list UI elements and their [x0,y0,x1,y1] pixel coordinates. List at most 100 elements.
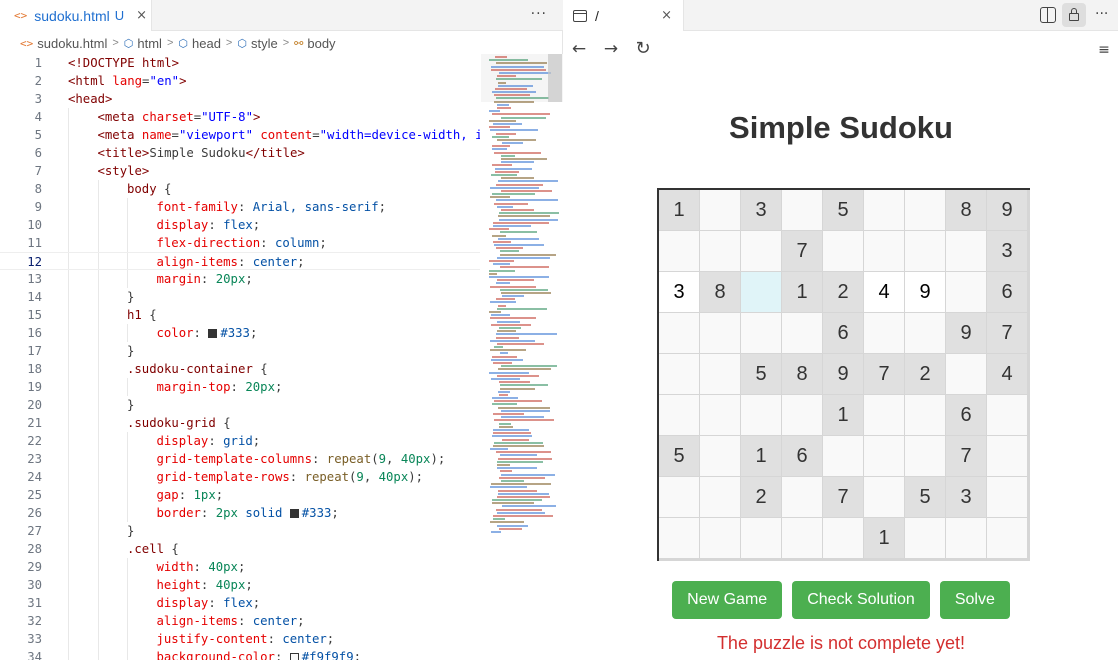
code-line[interactable]: 7 <style> [0,162,480,180]
close-tab-icon[interactable]: × [661,8,672,23]
preview-tab[interactable]: / × [564,0,684,31]
sudoku-cell[interactable] [659,395,699,435]
scrollbar-thumb[interactable] [548,54,562,102]
sudoku-cell[interactable] [946,354,986,394]
sudoku-cell[interactable] [905,395,945,435]
sudoku-cell[interactable] [782,313,822,353]
sudoku-cell[interactable] [782,395,822,435]
code-line[interactable]: 32 align-items: center; [0,612,480,630]
arrow-right-icon[interactable]: → [600,38,622,60]
sudoku-cell[interactable] [741,518,781,558]
reload-icon[interactable]: ↻ [632,38,654,60]
sudoku-cell[interactable] [987,436,1027,476]
solve-button[interactable]: Solve [939,581,1010,619]
sudoku-cell[interactable] [659,313,699,353]
color-swatch[interactable] [289,653,299,660]
new-game-button[interactable]: New Game [672,581,783,619]
sudoku-cell[interactable] [905,518,945,558]
code-line[interactable]: 17} [0,342,480,360]
code-line[interactable]: 4 <meta charset="UTF-8"> [0,108,480,126]
sudoku-cell[interactable] [659,231,699,271]
sudoku-cell[interactable] [700,354,740,394]
code-line[interactable]: 27} [0,522,480,540]
code-line[interactable]: 9 font-family: Arial, sans-serif; [0,198,480,216]
sudoku-cell[interactable] [946,518,986,558]
sudoku-cell[interactable] [864,436,904,476]
code-line[interactable]: 14} [0,288,480,306]
sudoku-cell[interactable] [905,436,945,476]
sudoku-cell[interactable] [864,395,904,435]
sudoku-cell[interactable] [700,518,740,558]
sudoku-cell[interactable] [987,395,1027,435]
sudoku-cell[interactable] [864,190,904,230]
code-line[interactable]: 34 background-color: #f9f9f9; [0,648,480,660]
code-line[interactable]: 12 align-items: center; [0,252,480,270]
code-line[interactable]: 3 <head> [0,90,480,108]
code-line[interactable]: 26 border: 2px solid #333; [0,504,480,522]
sudoku-cell[interactable] [864,313,904,353]
sudoku-cell[interactable] [987,477,1027,517]
sudoku-cell[interactable] [700,231,740,271]
sudoku-cell[interactable] [700,436,740,476]
check-solution-button[interactable]: Check Solution [792,581,930,619]
code-line[interactable]: 5 <meta name="viewport" content="width=de… [0,126,480,144]
breadcrumb-file[interactable]: <> sudoku.html [20,36,107,51]
arrow-left-icon[interactable]: ← [568,38,590,60]
code-line[interactable]: 25 gap: 1px; [0,486,480,504]
code-line[interactable]: 15 h1 { [0,306,480,324]
sudoku-cell[interactable] [823,436,863,476]
sudoku-cell[interactable] [741,272,781,312]
sudoku-cell[interactable] [946,231,986,271]
sudoku-cell[interactable] [659,354,699,394]
sudoku-cell[interactable] [741,231,781,271]
sudoku-cell[interactable]: 3 [659,272,699,312]
sudoku-cell[interactable] [782,518,822,558]
close-tab-icon[interactable]: × [136,8,147,23]
breadcrumb-body[interactable]: ⚯ body [294,36,335,51]
breadcrumb-html[interactable]: ⬡ html [124,36,162,51]
sudoku-cell[interactable] [823,231,863,271]
more-actions-icon[interactable]: ··· [1095,6,1108,22]
lock-icon[interactable] [1062,3,1086,27]
sudoku-cell[interactable] [700,313,740,353]
sudoku-cell[interactable] [700,190,740,230]
code-line[interactable]: 19 margin-top: 20px; [0,378,480,396]
more-actions-icon[interactable]: ··· [531,6,547,22]
code-line[interactable]: 31 display: flex; [0,594,480,612]
code-line[interactable]: 13 margin: 20px; [0,270,480,288]
sudoku-cell[interactable] [905,190,945,230]
sudoku-cell[interactable] [782,190,822,230]
breadcrumb-head[interactable]: ⬡ head [178,36,221,51]
code-line[interactable]: 11 flex-direction: column; [0,234,480,252]
sudoku-cell[interactable] [741,313,781,353]
code-line[interactable]: 22 display: grid; [0,432,480,450]
color-swatch[interactable] [289,509,299,518]
code-line[interactable]: 18 .sudoku-container { [0,360,480,378]
sudoku-cell[interactable] [659,477,699,517]
sudoku-cell[interactable] [864,477,904,517]
editor-tab-sudoku-html[interactable]: <> sudoku.html U × [0,0,152,31]
sudoku-cell[interactable] [905,313,945,353]
code-area[interactable]: 1 <!DOCTYPE html> 2 <html lang="en"> 3 <head>… [0,54,480,660]
code-line[interactable]: 30 height: 40px; [0,576,480,594]
split-editor-icon[interactable] [1040,7,1056,23]
code-line[interactable]: 33 justify-content: center; [0,630,480,648]
sudoku-cell[interactable] [782,477,822,517]
code-line[interactable]: 28 .cell { [0,540,480,558]
code-line[interactable]: 20} [0,396,480,414]
sudoku-cell[interactable] [864,231,904,271]
code-line[interactable]: 21 .sudoku-grid { [0,414,480,432]
code-line[interactable]: 24 grid-template-rows: repeat(9, 40px); [0,468,480,486]
sudoku-cell[interactable] [905,231,945,271]
code-line[interactable]: 2 <html lang="en"> [0,72,480,90]
minimap[interactable] [481,54,563,660]
sudoku-cell[interactable] [700,395,740,435]
code-line[interactable]: 29 width: 40px; [0,558,480,576]
sudoku-cell[interactable] [946,272,986,312]
hamburger-menu-icon[interactable]: ≡ [1093,39,1115,61]
sudoku-cell[interactable]: 9 [905,272,945,312]
sudoku-cell[interactable] [823,518,863,558]
sudoku-cell[interactable] [987,518,1027,558]
code-line[interactable]: 1 <!DOCTYPE html> [0,54,480,72]
sudoku-cell[interactable] [700,477,740,517]
